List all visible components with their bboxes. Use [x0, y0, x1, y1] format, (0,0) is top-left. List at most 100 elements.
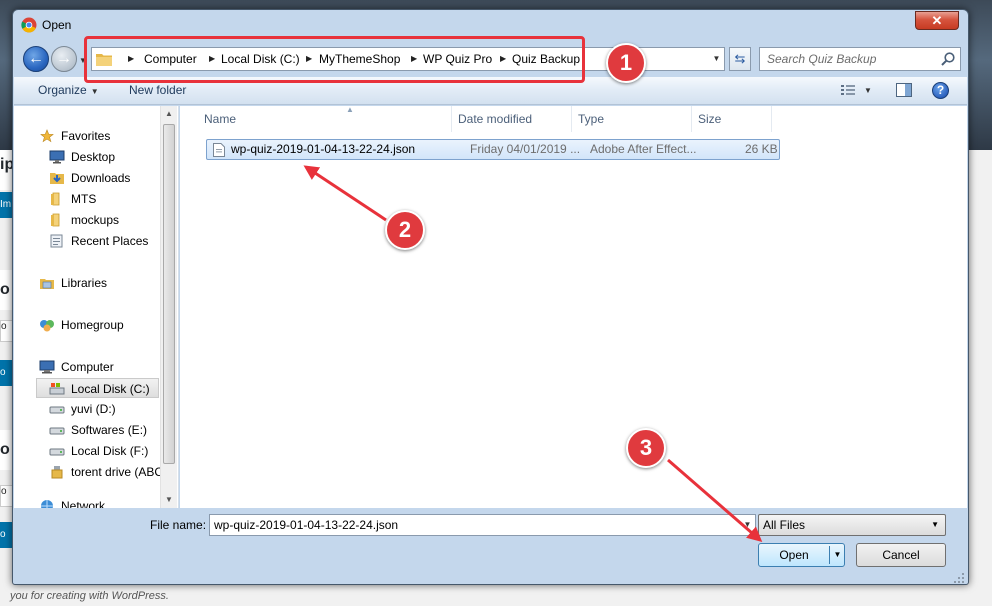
sidebar-item-label: Desktop [71, 150, 116, 164]
annotation-step-3: 3 [626, 428, 666, 468]
file-list: Name ▲ Date modified Type Size wp-quiz-2… [180, 105, 967, 508]
sidebar-item-computer[interactable]: Computer [39, 357, 159, 377]
column-header-size[interactable]: Size [692, 106, 772, 132]
file-size: 26 KB [745, 142, 778, 156]
forward-arrow-icon: → [56, 50, 72, 67]
sidebar-item-favorites[interactable]: Favorites [39, 126, 159, 146]
background-footer-text: you for creating with WordPress. [10, 590, 169, 602]
sidebar-item-torent-drive[interactable]: torent drive (ABC [49, 462, 163, 482]
organize-label: Organize [38, 83, 87, 97]
sidebar-item-label: Downloads [71, 171, 131, 185]
scroll-down-icon[interactable]: ▼ [161, 492, 177, 508]
sidebar-item-label: Network [61, 499, 106, 508]
open-file-dialog: Open ✕ ← → ▼ ▶ Computer ▶ Local Disk (C:… [12, 9, 969, 585]
file-name: wp-quiz-2019-01-04-13-22-24.json [231, 142, 416, 156]
sidebar-item-desktop[interactable]: Desktop [49, 147, 159, 167]
sidebar-item-label: Favorites [61, 129, 111, 143]
cancel-button[interactable]: Cancel [856, 543, 946, 567]
sidebar-item-label: torent drive (ABC [71, 465, 164, 479]
sidebar-item-label: Libraries [61, 276, 108, 290]
downloads-icon [50, 173, 64, 184]
navigation-scrollbar[interactable]: ▲ ▼ [160, 106, 177, 508]
chevron-down-icon: ▼ [931, 520, 939, 529]
scroll-up-icon[interactable]: ▲ [161, 106, 177, 122]
column-header-name[interactable]: Name ▲ [198, 105, 452, 132]
scrollbar-thumb[interactable] [163, 124, 175, 464]
close-button[interactable]: ✕ [915, 11, 959, 30]
sidebar-item-recent-places[interactable]: Recent Places [49, 231, 159, 251]
annotation-highlight-box [84, 36, 585, 83]
split-divider [829, 546, 830, 564]
close-icon: ✕ [931, 13, 943, 28]
sidebar-item-label: Computer [61, 360, 114, 374]
back-arrow-icon: ← [28, 50, 44, 67]
sidebar-item-label: mockups [71, 213, 120, 227]
back-button[interactable]: ← [23, 46, 49, 72]
sidebar-item-local-disk-c[interactable]: Local Disk (C:) [36, 378, 159, 398]
libraries-icon [40, 279, 54, 289]
search-input[interactable] [760, 48, 936, 70]
preview-pane-icon[interactable] [896, 83, 912, 97]
sidebar-item-label: Local Disk (F:) [71, 444, 149, 458]
sidebar-item-downloads[interactable]: Downloads [49, 168, 159, 188]
sidebar-item-network[interactable]: Network [39, 496, 159, 508]
change-view-icon[interactable] [840, 83, 858, 97]
column-header-label: Name [204, 112, 237, 126]
desktop-icon [49, 150, 65, 164]
folder-icon [51, 213, 60, 227]
file-date-modified: Friday 04/01/2019 ... [470, 142, 581, 156]
star-icon [40, 129, 54, 143]
sidebar-item-label: Softwares (E:) [71, 423, 148, 437]
sidebar-item-yuvi-d[interactable]: yuvi (D:) [49, 399, 159, 419]
file-name-label: File name: [150, 518, 207, 532]
refresh-button[interactable]: ⇆ [729, 47, 751, 71]
recent-places-icon [50, 234, 63, 248]
file-row[interactable]: wp-quiz-2019-01-04-13-22-24.json Friday … [206, 139, 780, 160]
usb-drive-icon [51, 466, 63, 479]
help-icon[interactable]: ? [932, 82, 949, 99]
search-icon[interactable] [940, 51, 956, 67]
drive-icon [49, 427, 65, 435]
column-header-type[interactable]: Type [572, 106, 692, 132]
sidebar-item-local-disk-f[interactable]: Local Disk (F:) [49, 441, 159, 461]
view-options-dropdown-icon[interactable]: ▼ [864, 77, 872, 104]
drive-windows-icon [49, 383, 65, 395]
sidebar-item-label: Homegroup [61, 318, 124, 332]
sidebar-item-mockups[interactable]: mockups [49, 210, 159, 230]
forward-button[interactable]: → [51, 46, 77, 72]
homegroup-icon [40, 320, 54, 332]
address-dropdown-icon[interactable]: ▼ [709, 48, 724, 70]
sidebar-item-label: Recent Places [71, 234, 149, 248]
navigation-pane: Favorites Desktop Downloads MTS mockups … [14, 106, 179, 508]
annotation-step-2: 2 [385, 210, 425, 250]
annotation-step-1: 1 [606, 43, 646, 83]
sidebar-item-label: Local Disk (C:) [71, 382, 150, 396]
file-name-dropdown-icon[interactable]: ▼ [740, 515, 755, 535]
refresh-icon: ⇆ [734, 51, 746, 66]
file-type-select[interactable]: All Files ▼ [758, 514, 946, 536]
sort-ascending-icon: ▲ [346, 105, 354, 114]
network-icon [41, 500, 53, 508]
window-title: Open [42, 18, 72, 32]
sidebar-item-label: MTS [71, 192, 97, 206]
computer-icon [39, 360, 55, 374]
chrome-icon [21, 17, 37, 33]
search-box [759, 47, 961, 71]
file-type: Adobe After Effect... [590, 142, 697, 156]
sidebar-item-label: yuvi (D:) [71, 402, 116, 416]
chevron-down-icon: ▼ [90, 87, 99, 96]
open-button-label: Open [779, 548, 809, 562]
sidebar-item-softwares-e[interactable]: Softwares (E:) [49, 420, 159, 440]
sidebar-item-homegroup[interactable]: Homegroup [39, 315, 159, 335]
drive-icon [49, 448, 65, 456]
open-button[interactable]: Open ▼ [758, 543, 845, 567]
sidebar-item-libraries[interactable]: Libraries [39, 273, 159, 293]
resize-grip-icon[interactable] [953, 572, 965, 584]
open-options-dropdown-icon[interactable]: ▼ [831, 544, 844, 566]
drive-icon [49, 406, 65, 414]
file-name-input[interactable] [209, 514, 756, 536]
folder-icon [51, 192, 60, 206]
column-header-date-modified[interactable]: Date modified [452, 106, 572, 132]
file-type-value: All Files [763, 518, 806, 532]
sidebar-item-mts[interactable]: MTS [49, 189, 159, 209]
